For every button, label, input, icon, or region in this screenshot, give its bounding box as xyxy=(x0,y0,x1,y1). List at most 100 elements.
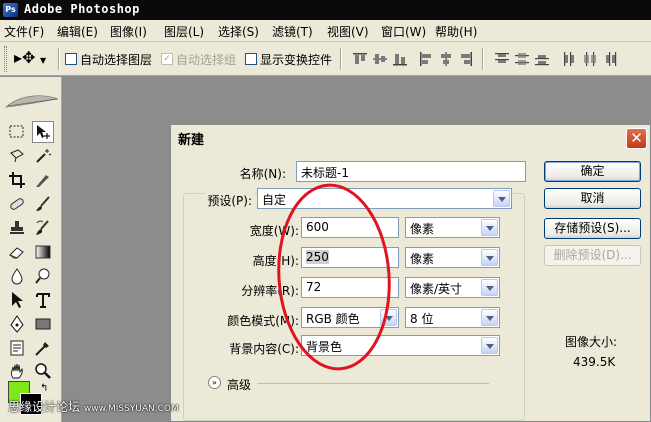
menu-layer[interactable]: 图层(L) xyxy=(164,23,204,40)
chevron-down-icon[interactable] xyxy=(481,337,498,354)
resolution-unit-select[interactable]: 像素/英寸 xyxy=(405,277,500,298)
hand-tool[interactable] xyxy=(6,360,28,382)
distribute-bottom-icon[interactable] xyxy=(534,51,550,67)
dialog-title: 新建 xyxy=(178,133,205,148)
watermark-text: 思缘设计论坛 xyxy=(8,400,81,414)
distribute-right-icon[interactable] xyxy=(602,51,618,67)
eyedropper-tool[interactable] xyxy=(32,337,54,359)
align-vertical-center-icon[interactable] xyxy=(372,51,388,67)
menu-help[interactable]: 帮助(H) xyxy=(435,23,477,40)
eyedropper-icon xyxy=(35,342,49,356)
brush-tool[interactable] xyxy=(32,193,54,215)
tool-preset-picker[interactable]: ▸✥ ▼ xyxy=(14,48,54,70)
auto-select-layer-checkbox[interactable]: 自动选择图层 xyxy=(65,52,152,67)
align-right-icon[interactable] xyxy=(458,51,474,67)
chevron-down-icon[interactable] xyxy=(481,249,498,266)
align-bottom-icon[interactable] xyxy=(392,51,408,67)
notes-tool[interactable] xyxy=(6,337,28,359)
menu-filter[interactable]: 滤镜(T) xyxy=(272,23,313,40)
menu-view[interactable]: 视图(V) xyxy=(327,23,369,40)
resolution-input[interactable]: 72 xyxy=(301,277,399,298)
path-selection-tool[interactable] xyxy=(6,289,28,311)
move-arrow-icon xyxy=(37,125,50,139)
color-mode-select[interactable]: RGB 颜色 xyxy=(301,307,399,328)
toolbox: ↰ xyxy=(0,77,62,422)
chevron-double-down-icon[interactable]: » xyxy=(208,376,221,389)
move-tool-icon: ▸✥ xyxy=(14,48,36,67)
width-unit-select[interactable]: 像素 xyxy=(405,217,500,238)
menu-edit[interactable]: 编辑(E) xyxy=(57,23,98,40)
lasso-icon xyxy=(10,149,24,163)
stamp-icon xyxy=(10,221,24,234)
background-contents-select[interactable]: 背景色 xyxy=(301,335,500,356)
zoom-tool[interactable] xyxy=(32,360,54,382)
width-unit-value: 像素 xyxy=(410,222,435,236)
cancel-button[interactable]: 取消 xyxy=(544,188,641,209)
magnifier-icon xyxy=(35,363,51,379)
eraser-tool[interactable] xyxy=(6,241,28,263)
delete-preset-button[interactable]: 删除预设(D)... xyxy=(544,245,641,266)
menu-select[interactable]: 选择(S) xyxy=(218,23,259,40)
slice-tool[interactable] xyxy=(32,169,54,191)
feather-logo-icon[interactable] xyxy=(2,91,60,113)
history-brush-tool[interactable] xyxy=(32,217,54,239)
blur-tool[interactable] xyxy=(6,265,28,287)
name-input[interactable]: 未标题-1 xyxy=(296,161,526,182)
gradient-tool[interactable] xyxy=(32,241,54,263)
move-tool[interactable] xyxy=(32,121,54,143)
hand-icon xyxy=(10,363,23,379)
swap-colors-icon[interactable]: ↰ xyxy=(40,383,48,394)
chevron-down-icon[interactable] xyxy=(493,190,510,207)
auto-select-group-checkbox[interactable]: ✓ 自动选择组 xyxy=(161,52,236,67)
healing-brush-tool[interactable] xyxy=(6,193,28,215)
marquee-tool[interactable] xyxy=(6,121,28,143)
distribute-horizontal-center-icon[interactable] xyxy=(582,51,598,67)
height-unit-value: 像素 xyxy=(410,252,435,266)
menu-window[interactable]: 窗口(W) xyxy=(381,23,426,40)
checkbox-box xyxy=(245,53,257,65)
menu-file[interactable]: 文件(F) xyxy=(4,23,44,40)
dodge-tool[interactable] xyxy=(32,265,54,287)
menu-image[interactable]: 图像(I) xyxy=(110,23,147,40)
align-left-icon[interactable] xyxy=(418,51,434,67)
save-preset-button[interactable]: 存储预设(S)... xyxy=(544,218,641,239)
close-icon[interactable]: ✕ xyxy=(626,128,647,149)
background-contents-value: 背景色 xyxy=(306,340,343,354)
history-brush-icon xyxy=(36,220,49,235)
show-transform-checkbox[interactable]: 显示变换控件 xyxy=(245,52,332,67)
height-input[interactable]: 250 xyxy=(301,247,399,268)
clone-stamp-tool[interactable] xyxy=(6,217,28,239)
rectangle-shape-icon xyxy=(35,318,51,330)
crop-icon xyxy=(9,172,25,188)
width-label: 宽度(W): xyxy=(249,224,299,238)
chevron-down-icon[interactable] xyxy=(481,219,498,236)
magic-wand-tool[interactable] xyxy=(32,145,54,167)
rectangle-marquee-icon xyxy=(9,125,24,138)
pen-tool[interactable] xyxy=(6,313,28,335)
height-unit-select[interactable]: 像素 xyxy=(405,247,500,268)
ok-button[interactable]: 确定 xyxy=(544,161,641,182)
width-input[interactable]: 600 xyxy=(301,217,399,238)
background-contents-label: 背景内容(C): xyxy=(229,342,299,356)
chevron-down-icon[interactable] xyxy=(481,279,498,296)
chevron-down-icon[interactable] xyxy=(481,309,498,326)
shape-tool[interactable] xyxy=(32,313,54,335)
preset-select[interactable]: 自定 xyxy=(257,188,512,209)
distribute-top-icon[interactable] xyxy=(494,51,510,67)
distribute-vertical-center-icon[interactable] xyxy=(514,51,530,67)
divider xyxy=(340,48,342,70)
align-top-icon[interactable] xyxy=(352,51,368,67)
chevron-down-icon[interactable] xyxy=(380,309,397,326)
advanced-label[interactable]: 高级 xyxy=(227,376,251,393)
distribute-left-icon[interactable] xyxy=(562,51,578,67)
crop-tool[interactable] xyxy=(6,169,28,191)
photoshop-app-icon[interactable]: Ps xyxy=(3,3,18,17)
name-label: 名称(N): xyxy=(239,167,286,181)
lasso-tool[interactable] xyxy=(6,145,28,167)
bit-depth-select[interactable]: 8 位 xyxy=(405,307,500,328)
options-grip-handle[interactable] xyxy=(4,46,7,72)
type-tool[interactable] xyxy=(32,289,54,311)
knife-icon xyxy=(36,175,49,187)
align-horizontal-center-icon[interactable] xyxy=(438,51,454,67)
dialog-titlebar[interactable]: 新建 ✕ xyxy=(171,125,650,151)
